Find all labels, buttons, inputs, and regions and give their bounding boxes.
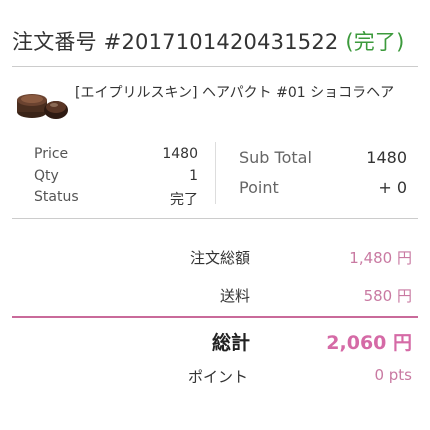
subtotal-label: Sub Total — [239, 148, 312, 167]
price-label: Price — [34, 146, 69, 162]
order-header: 注文番号 #2017101420431522 (完了) — [12, 26, 405, 56]
qty-value: 1 — [189, 168, 198, 184]
header-divider — [12, 66, 418, 67]
point-value: + 0 — [378, 178, 407, 197]
points-value: 0 pts — [374, 366, 412, 384]
totals-divider — [12, 316, 418, 318]
order-status: (完了) — [345, 30, 405, 54]
point-label: Point — [239, 178, 279, 197]
order-total-label: 注文総額 — [189, 249, 250, 267]
price-value: 1480 — [162, 146, 198, 162]
shipping-label: 送料 — [219, 287, 250, 305]
column-divider — [215, 142, 216, 204]
status-value: 完了 — [170, 192, 198, 208]
grand-total-label: 総計 — [211, 332, 250, 354]
status-label: Status — [34, 189, 79, 205]
product-name[interactable]: [エイプリルスキン] ヘアパクト #01 ショコラヘア — [75, 82, 394, 102]
order-number-title: 注文番号 #2017101420431522 — [12, 30, 339, 54]
subtotal-value: 1480 — [366, 148, 407, 167]
order-total-value: 1,480 円 — [349, 249, 412, 267]
points-label: ポイント — [187, 368, 248, 386]
qty-label: Qty — [34, 168, 59, 184]
summary-divider — [12, 218, 418, 219]
cosmetic-compact-image — [17, 94, 68, 119]
grand-total-value: 2,060 円 — [326, 332, 412, 354]
shipping-value: 580 円 — [363, 287, 412, 305]
